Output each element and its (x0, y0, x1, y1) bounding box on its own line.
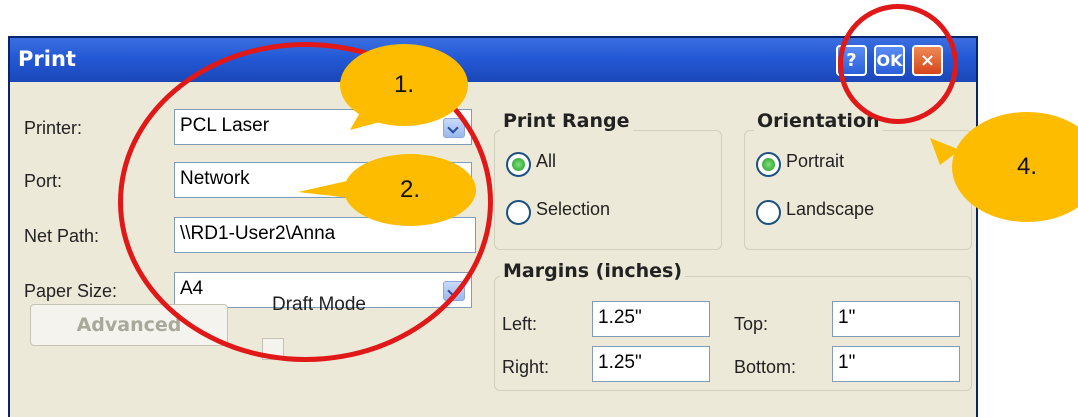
margin-right-input[interactable]: 1.25" (592, 346, 710, 382)
margin-bottom-input[interactable]: 1" (832, 346, 960, 382)
paper-size-label: Paper Size: (24, 281, 118, 301)
radio-portrait-label: Portrait (786, 151, 845, 171)
radio-selection[interactable] (506, 200, 531, 225)
printer-label: Printer: (24, 118, 83, 138)
margins-title: Margins (inches) (500, 260, 686, 282)
callout-1: 1. (340, 44, 468, 126)
radio-all[interactable] (506, 152, 531, 177)
print-range-title: Print Range (500, 110, 633, 132)
margin-top-label: Top: (734, 314, 769, 334)
radio-landscape-label: Landscape (786, 199, 875, 219)
margin-bottom-value: 1" (838, 352, 856, 373)
radio-landscape[interactable] (756, 200, 781, 225)
title-bar: Print ? OK × (10, 38, 976, 82)
margin-bottom-label: Bottom: (734, 357, 797, 377)
margin-left-label: Left: (502, 314, 538, 334)
margin-right-value: 1.25" (598, 352, 642, 373)
margin-left-input[interactable]: 1.25" (592, 301, 710, 337)
print-range-group (494, 130, 722, 250)
callout-2: 2. (344, 154, 476, 226)
radio-portrait[interactable] (756, 152, 781, 177)
radio-all-label: All (536, 151, 557, 171)
margin-left-value: 1.25" (598, 307, 642, 328)
margin-top-input[interactable]: 1" (832, 301, 960, 337)
radio-selection-label: Selection (536, 199, 611, 219)
orientation-group (744, 130, 972, 250)
margin-top-value: 1" (838, 307, 856, 328)
highlight-ellipse-ok (838, 4, 958, 124)
port-label: Port: (24, 171, 63, 191)
margin-right-label: Right: (502, 357, 550, 377)
net-path-label: Net Path: (24, 226, 100, 246)
dialog-title: Print (18, 47, 76, 71)
